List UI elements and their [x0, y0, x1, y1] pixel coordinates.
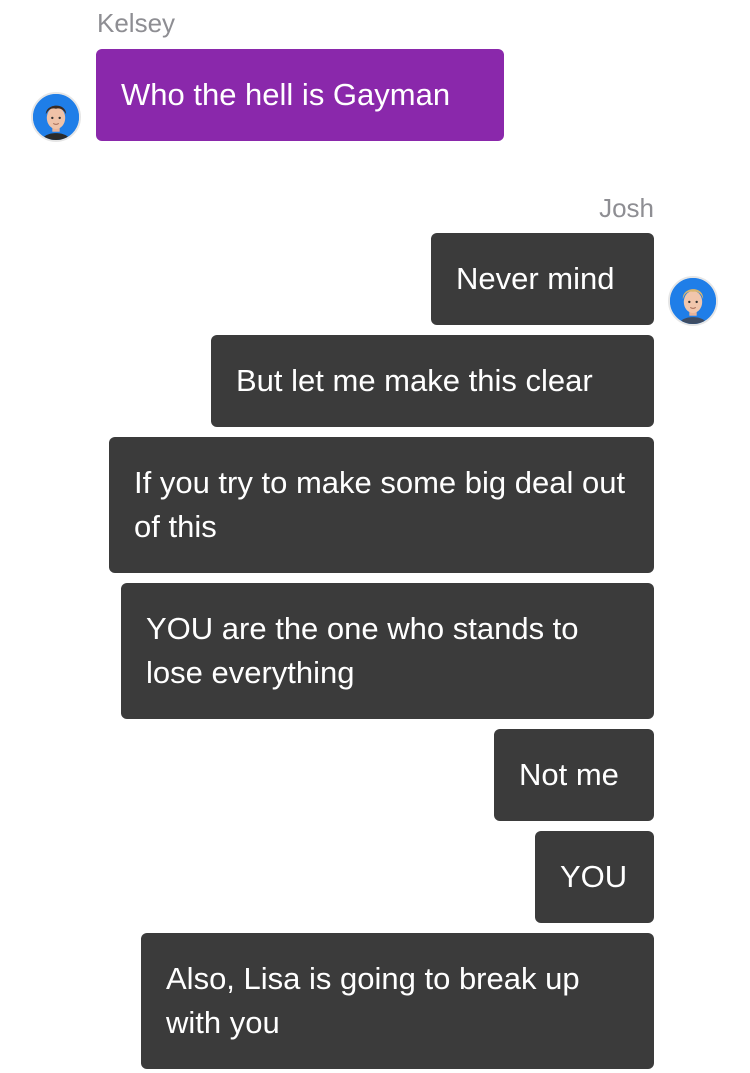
- sender-name-kelsey: Kelsey: [97, 8, 176, 38]
- chat-screen: Kelsey Who the hell is Gayman Josh Never…: [0, 0, 750, 1073]
- message-bubble-outgoing[interactable]: Never mind: [431, 233, 654, 325]
- message-bubble-outgoing[interactable]: If you try to make some big deal out of …: [109, 437, 654, 573]
- message-bubble-outgoing[interactable]: Not me: [494, 729, 654, 821]
- kelsey-avatar-icon[interactable]: [31, 92, 81, 142]
- message-bubble-incoming[interactable]: Who the hell is Gayman: [96, 49, 504, 141]
- sender-name-josh: Josh: [599, 193, 654, 223]
- josh-avatar-icon[interactable]: [668, 276, 718, 326]
- message-bubble-outgoing[interactable]: YOU: [535, 831, 654, 923]
- message-bubble-outgoing[interactable]: But let me make this clear: [211, 335, 654, 427]
- message-bubble-outgoing[interactable]: YOU are the one who stands to lose every…: [121, 583, 654, 719]
- message-bubble-outgoing[interactable]: Also, Lisa is going to break up with you: [141, 933, 654, 1069]
